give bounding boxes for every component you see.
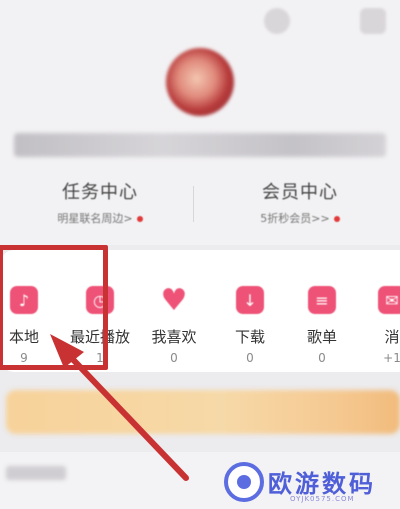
download-icon: ↓ <box>236 286 264 314</box>
notification-dot-icon <box>136 216 143 222</box>
watermark-url: OYJK0575.COM <box>290 495 355 503</box>
settings-icon[interactable] <box>360 8 386 34</box>
entry-label: 下载 <box>234 328 265 346</box>
highlight-box <box>0 245 108 370</box>
top-action-icons <box>264 8 386 34</box>
entry-count: 0 <box>170 351 178 365</box>
watermark: 欧游数码 OYJK0575.COM <box>224 460 400 506</box>
task-center-subtitle-text: 明星联名周边> <box>57 212 133 225</box>
vip-center-subtitle-text: 5折秒会员>> <box>260 212 330 225</box>
center-row: 任务中心 明星联名周边> 会员中心 5折秒会员>> <box>0 178 400 230</box>
playlist-icon: ≡ <box>308 286 336 314</box>
entry-count: 0 <box>246 351 254 365</box>
task-center-subtitle: 明星联名周边> <box>0 210 200 226</box>
entry-count: +1 <box>383 351 400 365</box>
music-app-my-page: 任务中心 明星联名周边> 会员中心 5折秒会员>> ♪ 本地 9 ◷ 最近播放 … <box>0 0 400 509</box>
entry-liked[interactable]: ♥ 我喜欢 0 <box>142 282 206 366</box>
scan-icon[interactable] <box>264 8 290 34</box>
entry-label: 消 <box>384 328 400 346</box>
heart-icon: ♥ <box>160 282 188 318</box>
promo-banner-blurred[interactable] <box>6 390 400 434</box>
entry-count: 0 <box>318 351 326 365</box>
user-name-blurred <box>14 133 386 157</box>
notification-dot-icon <box>333 216 340 222</box>
section-title-blurred <box>6 466 66 480</box>
entry-label: 歌单 <box>306 328 337 346</box>
message-icon: ✉ <box>378 286 400 314</box>
entry-playlist[interactable]: ≡ 歌单 0 <box>290 286 354 365</box>
task-center-title: 任务中心 <box>62 182 138 203</box>
vip-center-title: 会员中心 <box>262 182 338 203</box>
divider <box>193 186 194 222</box>
entry-label: 我喜欢 <box>151 328 197 346</box>
watermark-logo-icon <box>224 462 264 502</box>
entry-download[interactable]: ↓ 下载 0 <box>218 286 282 365</box>
task-center-button[interactable]: 任务中心 明星联名周边> <box>0 178 200 226</box>
avatar[interactable] <box>166 48 234 116</box>
entry-message[interactable]: ✉ 消 +1 <box>360 286 400 365</box>
vip-center-subtitle: 5折秒会员>> <box>200 210 400 226</box>
vip-center-button[interactable]: 会员中心 5折秒会员>> <box>200 178 400 226</box>
watermark-brand: 欧游数码 <box>268 470 376 498</box>
profile-header: 任务中心 明星联名周边> 会员中心 5折秒会员>> <box>0 0 400 245</box>
